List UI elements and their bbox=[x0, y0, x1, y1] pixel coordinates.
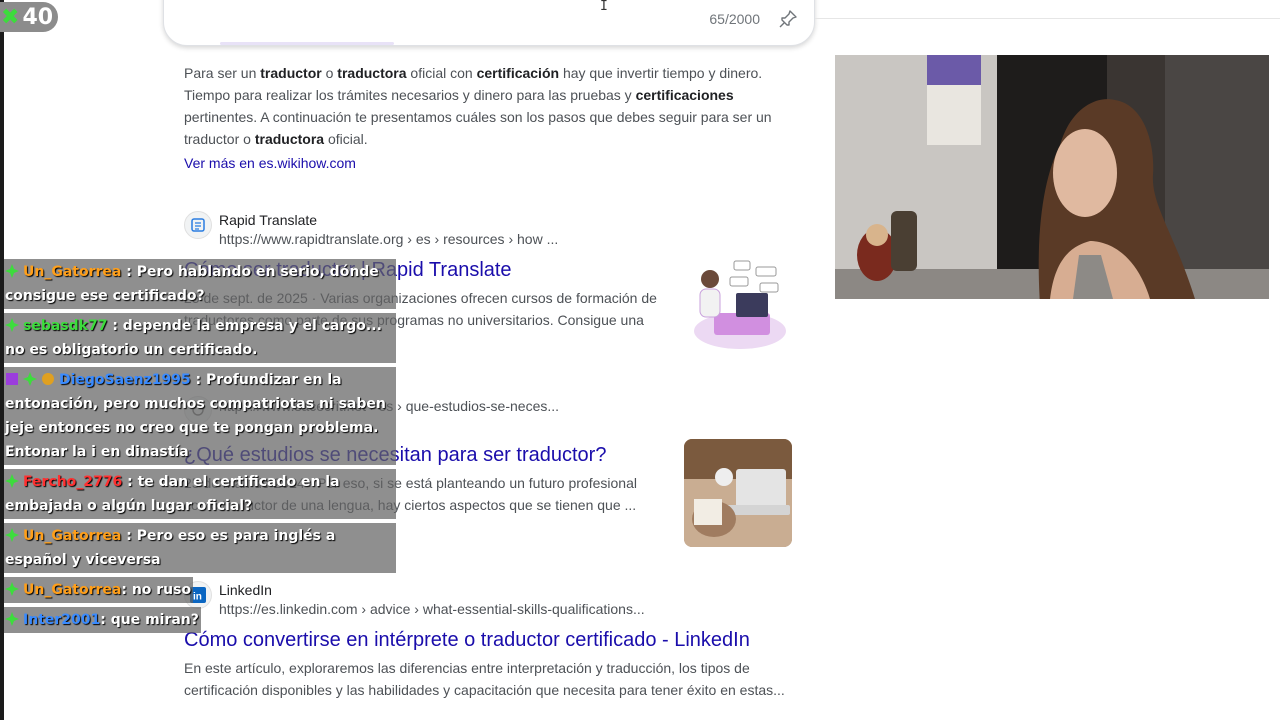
chat-username[interactable]: DiegoSaenz1995 bbox=[59, 372, 191, 388]
rapid-translate-favicon-icon bbox=[184, 211, 212, 239]
green-badge-icon bbox=[5, 264, 19, 278]
green-badge-icon bbox=[5, 474, 19, 488]
green-badge-icon bbox=[5, 612, 19, 626]
viewer-count-badge: ✖ 40 bbox=[0, 2, 58, 32]
green-badge-icon bbox=[5, 582, 19, 596]
stream-chat-overlay: Un_Gatorrea : Pero hablando en serio, dó… bbox=[4, 259, 396, 637]
chat-message: sebasdk77 : depende la empresa y el carg… bbox=[4, 313, 396, 363]
result-description: En este artículo, exploraremos las difer… bbox=[184, 660, 785, 698]
green-badge-icon bbox=[23, 372, 37, 386]
site-name: Rapid Translate bbox=[219, 212, 318, 228]
chat-username[interactable]: Un_Gatorrea bbox=[23, 528, 121, 544]
snippet-bold-text: traductor bbox=[260, 65, 322, 81]
chat-message: Un_Gatorrea : Pero eso es para inglés a … bbox=[4, 523, 396, 573]
chat-text: : que miran? bbox=[100, 612, 199, 628]
chat-username[interactable]: Un_Gatorrea bbox=[23, 582, 121, 598]
snippet-text: oficial con bbox=[406, 65, 477, 81]
chat-username[interactable]: sebasdk77 bbox=[23, 318, 107, 334]
site-url[interactable]: https://www.rapidtranslate.org › es › re… bbox=[219, 229, 558, 249]
result-source[interactable]: Rapid Translate https://www.rapidtransla… bbox=[184, 211, 804, 247]
purple-badge-icon bbox=[6, 373, 18, 385]
snippet-text: Para ser un bbox=[184, 65, 261, 81]
study-desk-photo[interactable] bbox=[684, 439, 792, 547]
chat-username[interactable]: Fercho_2776 bbox=[23, 474, 122, 490]
search-box[interactable]: I 65/2000 bbox=[163, 0, 815, 46]
featured-snippet-text: Para ser un traductor o traductora ofici… bbox=[184, 62, 784, 150]
search-underline bbox=[220, 42, 394, 45]
text-cursor-icon: I bbox=[600, 0, 608, 14]
snippet-bold-text: certificaciones bbox=[635, 87, 734, 103]
chat-username[interactable]: Inter2001 bbox=[23, 612, 100, 628]
chat-message: Un_Gatorrea : Pero hablando en serio, dó… bbox=[4, 259, 396, 309]
chat-message: Fercho_2776 : te dan el certificado en l… bbox=[4, 469, 396, 519]
viewer-count: 40 bbox=[22, 4, 54, 30]
chat-message: DiegoSaenz1995 : Profundizar en la enton… bbox=[4, 367, 396, 465]
char-counter: 65/2000 bbox=[709, 11, 760, 27]
snippet-bold-text: certificación bbox=[476, 65, 560, 81]
more-link[interactable]: Ver más en es.wikihow.com bbox=[184, 155, 356, 171]
chat-username[interactable]: Un_Gatorrea bbox=[23, 264, 121, 280]
snippet-bold-text: traductora bbox=[337, 65, 407, 81]
translator-illustration-image[interactable] bbox=[684, 253, 792, 361]
x-icon: ✖ bbox=[1, 4, 20, 30]
green-badge-icon bbox=[5, 318, 19, 332]
green-badge-icon bbox=[5, 528, 19, 542]
chat-message: Inter2001 : que miran? bbox=[4, 607, 201, 633]
header-divider bbox=[815, 18, 1280, 19]
gold-badge-icon bbox=[42, 373, 54, 385]
snippet-text: oficial. bbox=[324, 131, 368, 147]
webcam-feed bbox=[835, 55, 1269, 299]
snippet-bold-text: traductora bbox=[254, 131, 325, 147]
snippet-text: o bbox=[321, 65, 338, 81]
chat-text: : no ruso bbox=[121, 582, 192, 598]
chat-message: Un_Gatorrea : no ruso bbox=[4, 577, 194, 603]
pin-icon[interactable] bbox=[778, 9, 798, 29]
